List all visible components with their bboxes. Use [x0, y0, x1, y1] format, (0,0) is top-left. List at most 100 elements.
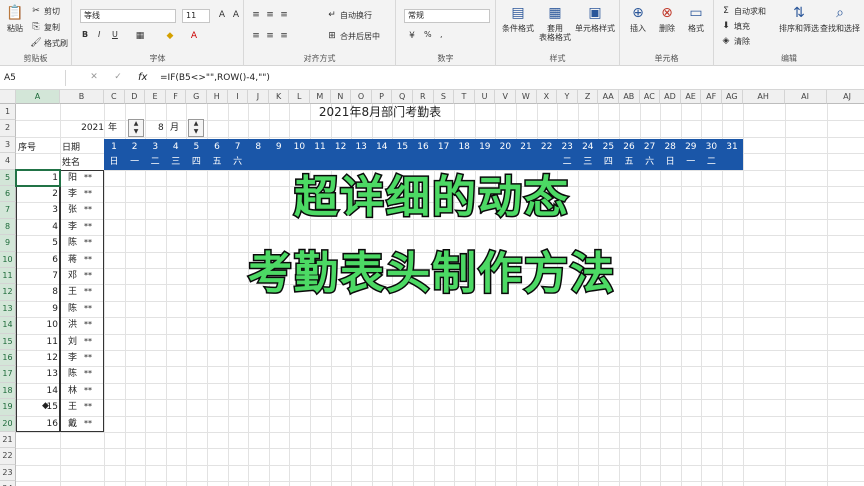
align-left-button[interactable]: ≡ ≡ ≡	[250, 30, 290, 42]
find-select-button[interactable]: ⌕ 查找和选择	[818, 4, 862, 33]
day-number[interactable]: 23	[557, 139, 577, 155]
day-number[interactable]: 24	[578, 139, 598, 155]
number-format-select[interactable]: 常规	[404, 9, 490, 23]
merge-center-button[interactable]: ⊞ 合并后居中	[326, 30, 380, 42]
column-header[interactable]: T	[454, 90, 475, 104]
row-header[interactable]: 19	[0, 399, 16, 416]
sort-filter-button[interactable]: ⇅ 排序和筛选	[778, 4, 820, 33]
weekday-label[interactable]: 六	[228, 154, 248, 170]
conditional-format-button[interactable]: ▤ 条件格式	[498, 4, 538, 33]
column-header[interactable]: AA	[598, 90, 619, 104]
day-number[interactable]: 20	[495, 139, 515, 155]
column-header[interactable]: Q	[392, 90, 413, 104]
column-header[interactable]: C	[104, 90, 125, 104]
column-header[interactable]: N	[330, 90, 352, 104]
day-number[interactable]: 25	[598, 139, 618, 155]
down-arrow-icon[interactable]: ▼	[129, 128, 143, 136]
up-arrow-icon[interactable]: ▲	[129, 120, 143, 128]
column-header[interactable]: AE	[680, 90, 702, 104]
weekday-label[interactable]: 三	[166, 154, 186, 170]
day-number[interactable]: 29	[681, 139, 701, 155]
up-arrow-icon[interactable]: ▲	[189, 120, 203, 128]
day-number[interactable]: 8	[248, 139, 268, 155]
column-header[interactable]: K	[268, 90, 290, 104]
row-header[interactable]: 20	[0, 415, 16, 432]
column-header[interactable]: J	[248, 90, 269, 104]
column-header[interactable]: AB	[619, 90, 640, 104]
column-header[interactable]: Y	[557, 90, 578, 104]
font-shrink-button[interactable]: A	[230, 9, 242, 21]
column-header[interactable]: A	[16, 90, 60, 104]
row-header[interactable]: 21	[0, 432, 16, 449]
down-arrow-icon[interactable]: ▼	[189, 128, 203, 136]
row-header[interactable]: 22	[0, 448, 16, 465]
day-number[interactable]: 21	[516, 139, 536, 155]
row-header[interactable]: 16	[0, 350, 16, 367]
column-header[interactable]: R	[413, 90, 434, 104]
insert-function-button[interactable]: fx	[138, 70, 147, 86]
font-grow-button[interactable]: A	[216, 9, 228, 21]
column-header[interactable]: H	[207, 90, 228, 104]
clear-button[interactable]: ◈ 清除	[720, 35, 750, 47]
weekday-label[interactable]: 五	[207, 154, 227, 170]
column-header[interactable]: AJ	[826, 90, 864, 104]
column-header[interactable]: M	[310, 90, 331, 104]
autosum-button[interactable]: Σ 自动求和	[720, 5, 766, 17]
day-number[interactable]: 28	[660, 139, 680, 155]
delete-button[interactable]: ⊗ 删除	[653, 4, 681, 33]
row-header[interactable]: 13	[0, 300, 16, 318]
day-number[interactable]: 3	[145, 139, 165, 155]
row-header[interactable]: 15	[0, 333, 16, 350]
weekday-label[interactable]: 四	[186, 154, 206, 170]
day-number[interactable]: 15	[392, 139, 412, 155]
comma-button[interactable]: ,	[440, 30, 443, 39]
column-header[interactable]: S	[433, 90, 455, 104]
day-number[interactable]: 16	[413, 139, 433, 155]
border-button[interactable]: ▦	[134, 30, 146, 42]
weekday-label[interactable]: 二	[701, 154, 721, 170]
day-number[interactable]: 17	[434, 139, 454, 155]
column-header[interactable]: L	[289, 90, 310, 104]
column-header[interactable]: W	[516, 90, 537, 104]
day-number[interactable]: 19	[475, 139, 495, 155]
day-number[interactable]: 13	[351, 139, 371, 155]
weekday-label[interactable]: 四	[598, 154, 618, 170]
year-spinner[interactable]: ▲ ▼	[128, 119, 144, 138]
column-header[interactable]: G	[186, 90, 207, 104]
column-header[interactable]: AD	[660, 90, 681, 104]
weekday-label[interactable]: 五	[619, 154, 639, 170]
weekday-label[interactable]: 六	[640, 154, 660, 170]
column-header[interactable]: U	[474, 90, 496, 104]
day-number[interactable]: 27	[640, 139, 660, 155]
cell-styles-button[interactable]: ▣ 单元格样式	[572, 4, 618, 33]
weekday-label[interactable]: 二	[145, 154, 165, 170]
fill-button[interactable]: ⬇ 填充	[720, 20, 750, 32]
day-number[interactable]: 12	[331, 139, 351, 155]
column-header[interactable]: E	[145, 90, 166, 104]
wrap-text-button[interactable]: ↵ 自动换行	[326, 9, 372, 21]
day-number[interactable]: 4	[166, 139, 186, 155]
row-header[interactable]: 14	[0, 317, 16, 334]
format-button[interactable]: ▭ 格式	[682, 4, 710, 33]
month-spinner[interactable]: ▲ ▼	[188, 119, 204, 138]
column-header[interactable]: X	[536, 90, 558, 104]
day-number[interactable]: 26	[619, 139, 639, 155]
weekday-label[interactable]: 一	[125, 154, 145, 170]
day-number[interactable]: 5	[186, 139, 206, 155]
row-header[interactable]: 17	[0, 366, 16, 383]
column-header[interactable]: Z	[577, 90, 599, 104]
bold-button[interactable]: B	[82, 30, 88, 39]
weekday-label[interactable]: 日	[104, 154, 124, 170]
column-header[interactable]: F	[165, 90, 187, 104]
formula-input[interactable]: =IF(B5<>"",ROW()-4,"")	[160, 70, 270, 86]
fill-color-button[interactable]: ◆	[164, 30, 176, 42]
day-number[interactable]: 31	[722, 139, 742, 155]
font-color-button[interactable]: A	[188, 30, 200, 42]
percent-button[interactable]: %	[424, 30, 432, 39]
day-number[interactable]: 11	[310, 139, 330, 155]
font-size-select[interactable]: 11	[182, 9, 210, 23]
align-top-button[interactable]: ≡ ≡ ≡	[250, 9, 290, 21]
row-header[interactable]: 3	[0, 136, 16, 154]
row-header[interactable]: 2	[0, 120, 16, 137]
day-number[interactable]: 14	[372, 139, 392, 155]
